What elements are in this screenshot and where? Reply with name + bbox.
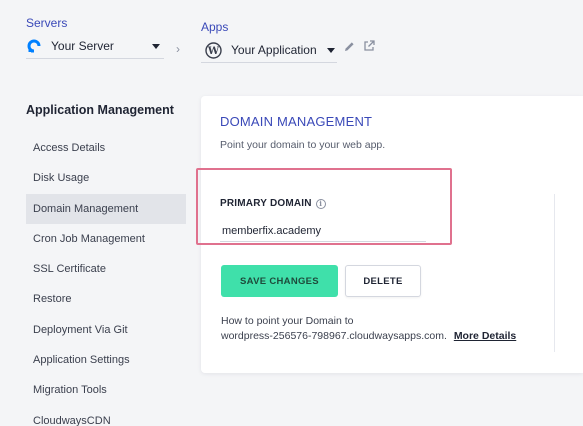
- sidebar-item-application-settings[interactable]: Application Settings: [26, 345, 186, 375]
- primary-domain-label: PRIMARY DOMAIN i: [220, 198, 326, 209]
- primary-domain-box: PRIMARY DOMAIN i: [196, 168, 452, 245]
- sidebar: Application Management Access Details Di…: [26, 100, 186, 426]
- sidebar-item-access-details[interactable]: Access Details: [26, 133, 186, 163]
- app-name: Your Application: [231, 43, 317, 57]
- sidebar-item-migration-tools[interactable]: Migration Tools: [26, 375, 186, 405]
- sidebar-item-restore[interactable]: Restore: [26, 284, 186, 314]
- chevron-down-icon[interactable]: [152, 43, 160, 49]
- sidebar-item-cloudways-cdn[interactable]: CloudwaysCDN: [26, 406, 186, 426]
- vertical-divider: [554, 194, 555, 352]
- digitalocean-icon: [26, 38, 42, 54]
- server-selector[interactable]: Your Server: [26, 34, 164, 59]
- save-changes-button[interactable]: SAVE CHANGES: [221, 265, 338, 297]
- svg-text:W: W: [207, 46, 220, 57]
- delete-button[interactable]: DELETE: [345, 265, 421, 297]
- sidebar-item-ssl-certificate[interactable]: SSL Certificate: [26, 254, 186, 284]
- page-title: DOMAIN MANAGEMENT: [220, 114, 373, 129]
- primary-domain-label-text: PRIMARY DOMAIN: [220, 198, 312, 209]
- pencil-icon[interactable]: [344, 41, 355, 52]
- page-subtitle: Point your domain to your web app.: [220, 139, 386, 151]
- chevron-down-icon[interactable]: [327, 47, 335, 53]
- sidebar-title: Application Management: [26, 103, 174, 117]
- external-link-icon[interactable]: [363, 40, 375, 52]
- servers-label: Servers: [26, 16, 68, 30]
- primary-domain-input[interactable]: [220, 220, 426, 242]
- server-name: Your Server: [51, 39, 114, 53]
- sidebar-item-cron-job-management[interactable]: Cron Job Management: [26, 224, 186, 254]
- info-icon[interactable]: i: [315, 198, 326, 209]
- app-selector[interactable]: W Your Application: [201, 38, 337, 63]
- help-text: How to point your Domain to wordpress-25…: [221, 314, 541, 343]
- apps-label: Apps: [201, 20, 229, 34]
- sidebar-item-domain-management[interactable]: Domain Management: [26, 193, 186, 224]
- wordpress-icon: W: [205, 41, 222, 59]
- app-selector-group: Apps W Your Application: [201, 20, 384, 63]
- server-selector-group: Servers Your Server: [26, 16, 164, 59]
- chevron-right-icon: ›: [176, 42, 180, 56]
- help-hostname: wordpress-256576-798967.cloudwaysapps.co…: [221, 329, 447, 342]
- more-details-link[interactable]: More Details: [454, 330, 516, 342]
- help-text-line: How to point your Domain to: [221, 315, 354, 327]
- sidebar-item-disk-usage[interactable]: Disk Usage: [26, 163, 186, 193]
- sidebar-item-deployment-via-git[interactable]: Deployment Via Git: [26, 315, 186, 345]
